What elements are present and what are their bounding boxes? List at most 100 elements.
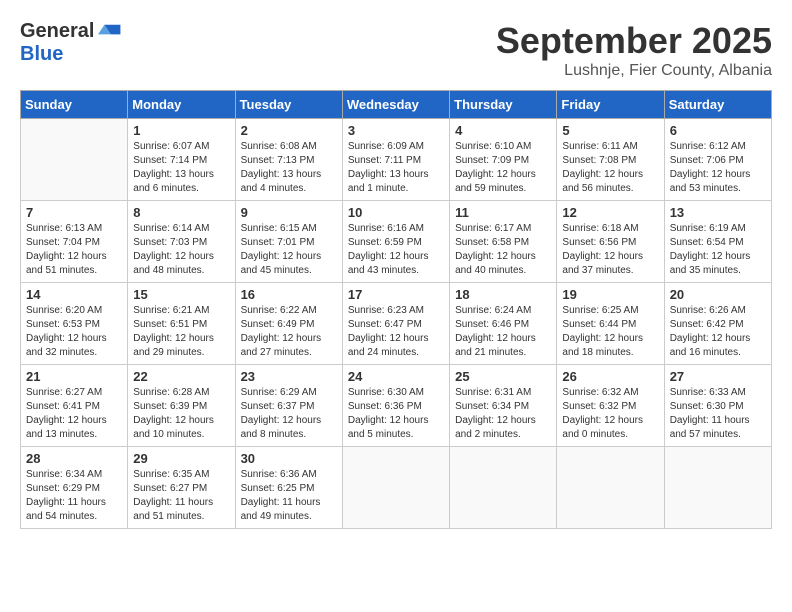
day-info: Sunrise: 6:27 AM Sunset: 6:41 PM Dayligh… — [26, 386, 122, 442]
calendar-header-row: SundayMondayTuesdayWednesdayThursdayFrid… — [21, 91, 772, 119]
calendar-cell — [664, 447, 771, 529]
calendar-cell: 23Sunrise: 6:29 AM Sunset: 6:37 PM Dayli… — [235, 365, 342, 447]
day-info: Sunrise: 6:08 AM Sunset: 7:13 PM Dayligh… — [241, 140, 337, 196]
day-number: 28 — [26, 451, 122, 466]
calendar-cell — [21, 119, 128, 201]
day-info: Sunrise: 6:25 AM Sunset: 6:44 PM Dayligh… — [562, 304, 658, 360]
calendar-cell: 3 Sunrise: 6:09 AM Sunset: 7:11 PM Daylig… — [342, 119, 449, 201]
day-number: 26 — [562, 369, 658, 384]
day-number: 21 — [26, 369, 122, 384]
day-number: 16 — [241, 287, 337, 302]
calendar-cell: 30Sunrise: 6:36 AM Sunset: 6:25 PM Dayli… — [235, 447, 342, 529]
calendar-cell: 24 Sunrise: 6:30 AM Sunset: 6:36 PM Dayli… — [342, 365, 449, 447]
calendar-cell: 22 Sunrise: 6:28 AM Sunset: 6:39 PM Dayli… — [128, 365, 235, 447]
weekday-header-tuesday: Tuesday — [235, 91, 342, 119]
calendar-cell: 17 Sunrise: 6:23 AM Sunset: 6:47 PM Dayli… — [342, 283, 449, 365]
calendar-cell: 26 Sunrise: 6:32 AM Sunset: 6:32 PM Dayli… — [557, 365, 664, 447]
calendar-week-row: 28 Sunrise: 6:34 AM Sunset: 6:29 PM Dayli… — [21, 447, 772, 529]
month-title: September 2025 — [496, 20, 772, 62]
calendar-cell: 1 Sunrise: 6:07 AM Sunset: 7:14 PM Daylig… — [128, 119, 235, 201]
calendar-cell: 4 Sunrise: 6:10 AM Sunset: 7:09 PM Daylig… — [450, 119, 557, 201]
calendar-week-row: 7 Sunrise: 6:13 AM Sunset: 7:04 PM Daylig… — [21, 201, 772, 283]
day-info: Sunrise: 6:34 AM Sunset: 6:29 PM Dayligh… — [26, 468, 122, 524]
weekday-header-saturday: Saturday — [664, 91, 771, 119]
day-number: 7 — [26, 205, 122, 220]
day-info: Sunrise: 6:23 AM Sunset: 6:47 PM Dayligh… — [348, 304, 444, 360]
calendar-cell: 20 Sunrise: 6:26 AM Sunset: 6:42 PM Dayli… — [664, 283, 771, 365]
calendar-cell: 8 Sunrise: 6:14 AM Sunset: 7:03 PM Daylig… — [128, 201, 235, 283]
day-info: Sunrise: 6:13 AM Sunset: 7:04 PM Dayligh… — [26, 222, 122, 278]
day-info: Sunrise: 6:19 AM Sunset: 6:54 PM Dayligh… — [670, 222, 766, 278]
weekday-header-sunday: Sunday — [21, 91, 128, 119]
day-info: Sunrise: 6:15 AM Sunset: 7:01 PM Dayligh… — [241, 222, 337, 278]
calendar-cell: 2 Sunrise: 6:08 AM Sunset: 7:13 PM Daylig… — [235, 119, 342, 201]
day-number: 30 — [241, 451, 337, 466]
calendar-cell: 10Sunrise: 6:16 AM Sunset: 6:59 PM Dayli… — [342, 201, 449, 283]
calendar-cell — [450, 447, 557, 529]
calendar-cell: 21 Sunrise: 6:27 AM Sunset: 6:41 PM Dayli… — [21, 365, 128, 447]
calendar-week-row: 21 Sunrise: 6:27 AM Sunset: 6:41 PM Dayli… — [21, 365, 772, 447]
page-header: General Blue September 2025 Lushnje, Fie… — [20, 20, 772, 80]
day-number: 18 — [455, 287, 551, 302]
day-number: 4 — [455, 123, 551, 138]
calendar-cell — [342, 447, 449, 529]
day-number: 8 — [133, 205, 229, 220]
day-info: Sunrise: 6:18 AM Sunset: 6:56 PM Dayligh… — [562, 222, 658, 278]
logo: General Blue — [20, 20, 122, 66]
day-info: Sunrise: 6:21 AM Sunset: 6:51 PM Dayligh… — [133, 304, 229, 360]
calendar-table: SundayMondayTuesdayWednesdayThursdayFrid… — [20, 90, 772, 529]
calendar-cell: 28 Sunrise: 6:34 AM Sunset: 6:29 PM Dayli… — [21, 447, 128, 529]
calendar-cell: 6Sunrise: 6:12 AM Sunset: 7:06 PM Daylig… — [664, 119, 771, 201]
day-info: Sunrise: 6:33 AM Sunset: 6:30 PM Dayligh… — [670, 386, 766, 442]
day-number: 5 — [562, 123, 658, 138]
calendar-cell: 12 Sunrise: 6:18 AM Sunset: 6:56 PM Dayli… — [557, 201, 664, 283]
day-number: 24 — [348, 369, 444, 384]
day-number: 3 — [348, 123, 444, 138]
day-number: 22 — [133, 369, 229, 384]
day-info: Sunrise: 6:24 AM Sunset: 6:46 PM Dayligh… — [455, 304, 551, 360]
calendar-cell: 27Sunrise: 6:33 AM Sunset: 6:30 PM Dayli… — [664, 365, 771, 447]
logo-general-text: General — [20, 20, 94, 43]
calendar-cell: 25 Sunrise: 6:31 AM Sunset: 6:34 PM Dayli… — [450, 365, 557, 447]
day-info: Sunrise: 6:07 AM Sunset: 7:14 PM Dayligh… — [133, 140, 229, 196]
day-info: Sunrise: 6:26 AM Sunset: 6:42 PM Dayligh… — [670, 304, 766, 360]
day-number: 2 — [241, 123, 337, 138]
calendar-cell: 16Sunrise: 6:22 AM Sunset: 6:49 PM Dayli… — [235, 283, 342, 365]
day-number: 9 — [241, 205, 337, 220]
day-number: 23 — [241, 369, 337, 384]
calendar-cell — [557, 447, 664, 529]
calendar-cell: 29 Sunrise: 6:35 AM Sunset: 6:27 PM Dayli… — [128, 447, 235, 529]
day-number: 25 — [455, 369, 551, 384]
day-info: Sunrise: 6:17 AM Sunset: 6:58 PM Dayligh… — [455, 222, 551, 278]
location-subtitle: Lushnje, Fier County, Albania — [496, 62, 772, 80]
day-info: Sunrise: 6:20 AM Sunset: 6:53 PM Dayligh… — [26, 304, 122, 360]
day-info: Sunrise: 6:30 AM Sunset: 6:36 PM Dayligh… — [348, 386, 444, 442]
calendar-cell: 14Sunrise: 6:20 AM Sunset: 6:53 PM Dayli… — [21, 283, 128, 365]
day-info: Sunrise: 6:32 AM Sunset: 6:32 PM Dayligh… — [562, 386, 658, 442]
day-info: Sunrise: 6:10 AM Sunset: 7:09 PM Dayligh… — [455, 140, 551, 196]
day-info: Sunrise: 6:09 AM Sunset: 7:11 PM Dayligh… — [348, 140, 444, 196]
day-number: 12 — [562, 205, 658, 220]
weekday-header-thursday: Thursday — [450, 91, 557, 119]
day-number: 29 — [133, 451, 229, 466]
day-info: Sunrise: 6:28 AM Sunset: 6:39 PM Dayligh… — [133, 386, 229, 442]
calendar-cell: 7 Sunrise: 6:13 AM Sunset: 7:04 PM Daylig… — [21, 201, 128, 283]
logo-icon — [98, 22, 122, 42]
day-number: 6 — [670, 123, 766, 138]
calendar-cell: 5Sunrise: 6:11 AM Sunset: 7:08 PM Daylig… — [557, 119, 664, 201]
day-info: Sunrise: 6:31 AM Sunset: 6:34 PM Dayligh… — [455, 386, 551, 442]
day-number: 13 — [670, 205, 766, 220]
day-number: 1 — [133, 123, 229, 138]
day-info: Sunrise: 6:16 AM Sunset: 6:59 PM Dayligh… — [348, 222, 444, 278]
calendar-cell: 11 Sunrise: 6:17 AM Sunset: 6:58 PM Dayli… — [450, 201, 557, 283]
day-info: Sunrise: 6:14 AM Sunset: 7:03 PM Dayligh… — [133, 222, 229, 278]
day-number: 20 — [670, 287, 766, 302]
day-info: Sunrise: 6:35 AM Sunset: 6:27 PM Dayligh… — [133, 468, 229, 524]
day-number: 17 — [348, 287, 444, 302]
calendar-cell: 18 Sunrise: 6:24 AM Sunset: 6:46 PM Dayli… — [450, 283, 557, 365]
weekday-header-wednesday: Wednesday — [342, 91, 449, 119]
calendar-week-row: 14Sunrise: 6:20 AM Sunset: 6:53 PM Dayli… — [21, 283, 772, 365]
day-number: 11 — [455, 205, 551, 220]
day-number: 19 — [562, 287, 658, 302]
logo-blue-text: Blue — [20, 43, 63, 65]
